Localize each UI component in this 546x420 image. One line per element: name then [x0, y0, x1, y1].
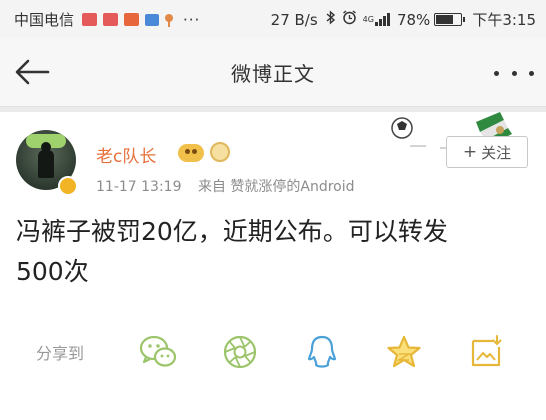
mail-notification-icon: [103, 13, 119, 26]
dot-icon: [529, 70, 534, 76]
follow-label: 关注: [481, 143, 512, 162]
post-timestamp: 11-17 13:19: [96, 179, 182, 195]
battery-level-fill: [436, 15, 454, 24]
post-card: 老c队长 11-17 13:19 来自 赞就涨停的Android + 关注 冯裤…: [0, 112, 546, 420]
app-notification-icon: [124, 13, 140, 26]
carrier-name: 中国电信: [14, 11, 75, 29]
nav-bar: 微博正文: [0, 38, 546, 107]
share-moments-button[interactable]: [220, 332, 260, 372]
clock: 下午3:15: [472, 11, 536, 29]
wechat-icon: [139, 335, 177, 367]
save-image-button[interactable]: [466, 332, 506, 372]
page-title: 微博正文: [231, 62, 315, 86]
dot-icon: [494, 70, 499, 76]
share-qq-button[interactable]: [302, 332, 342, 372]
status-bar: 中国电信 ··· 27 B/s 4G 78% 下午3:15: [0, 0, 546, 38]
avatar-figure-body: [38, 150, 54, 178]
share-wechat-button[interactable]: [138, 332, 178, 372]
share-bar: 分享到: [0, 326, 546, 376]
network-type-label: 4G: [362, 15, 374, 24]
post-body: 冯裤子被罚20亿，近期公布。可以转发 500次: [16, 212, 532, 292]
more-notifications-indicator: ···: [183, 10, 201, 29]
author-name[interactable]: 老c队长: [96, 142, 156, 167]
alarm-icon: [342, 10, 357, 29]
post-text-line: 500次: [16, 257, 89, 286]
medal-icon: [210, 142, 230, 162]
share-qzone-button[interactable]: [384, 332, 424, 372]
location-notification-icon: [165, 13, 174, 27]
dot-icon: [511, 70, 517, 76]
network-speed: 27 B/s: [270, 10, 318, 29]
plus-icon: +: [462, 142, 478, 162]
qq-icon: [307, 335, 337, 368]
bluetooth-icon: [326, 10, 336, 29]
battery-icon: [434, 13, 466, 26]
post-text-line: 冯裤子被罚20亿，近期公布。可以转发: [16, 217, 448, 246]
signal-strength-icon: [374, 13, 391, 26]
save-image-icon: [471, 335, 502, 367]
member-level-icon: [178, 144, 204, 162]
battery-percent: 78%: [396, 10, 431, 29]
message-notification-icon: [82, 13, 98, 26]
follow-button[interactable]: + 关注: [446, 136, 528, 168]
moments-icon: [223, 335, 257, 369]
more-options-button[interactable]: [494, 58, 534, 88]
qzone-icon: [387, 335, 421, 368]
share-label: 分享到: [36, 344, 85, 363]
screen-notification-icon: [145, 13, 160, 26]
verified-badge-icon: [58, 176, 78, 196]
post-meta: 11-17 13:19 来自 赞就涨停的Android: [96, 176, 355, 196]
post-source: 来自 赞就涨停的Android: [197, 179, 355, 195]
